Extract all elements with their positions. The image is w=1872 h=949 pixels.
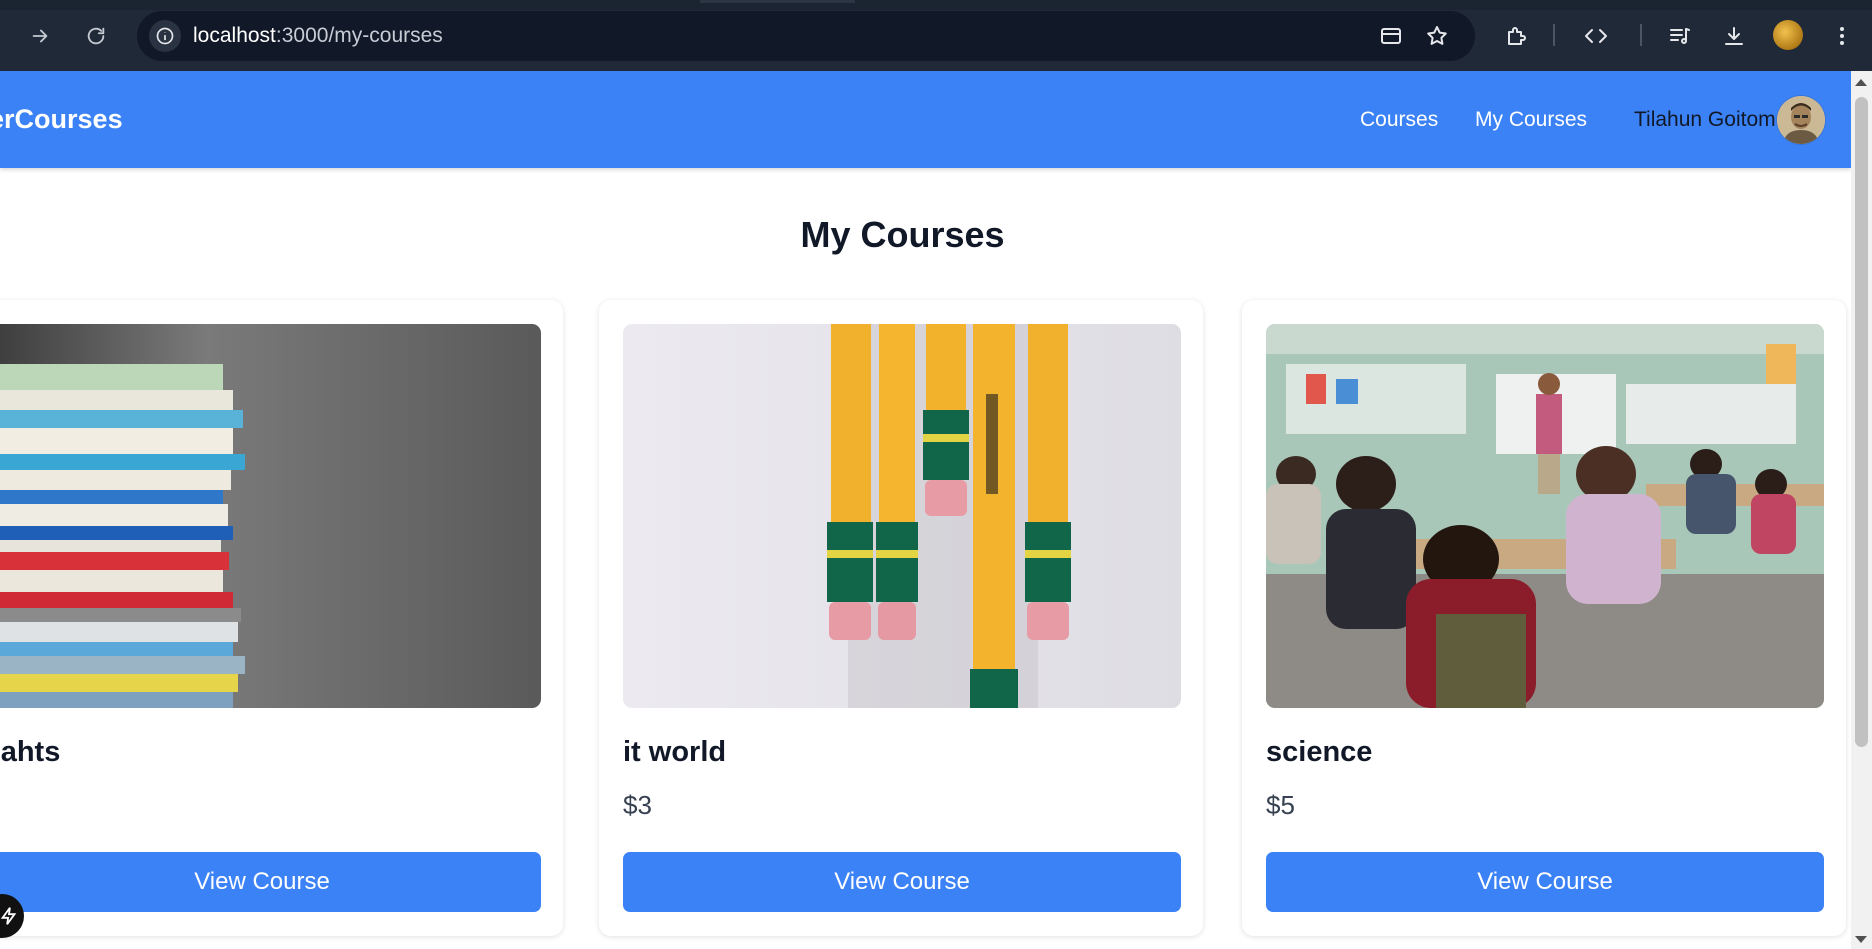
course-image [0, 324, 541, 708]
browser-toolbar: localhost:3000/my-courses [0, 0, 1872, 71]
avatar[interactable] [1777, 96, 1825, 144]
course-title: it world [623, 736, 727, 768]
page-title: My Courses [800, 214, 1005, 255]
app-header: eerCourses Courses My Courses Tilahun Go… [0, 71, 1851, 168]
lightning-icon [0, 907, 17, 925]
toolbar-divider [1553, 24, 1555, 46]
page-scrollbar[interactable] [1851, 71, 1872, 949]
user-name[interactable]: Tilahun Goitom [1634, 108, 1776, 132]
stacked-books-image [0, 324, 541, 708]
profile-button[interactable] [1773, 20, 1803, 50]
forward-button[interactable] [24, 20, 56, 52]
scroll-up-arrow-icon[interactable] [1855, 79, 1867, 86]
course-image [1266, 324, 1824, 708]
tab-strip [0, 0, 1872, 10]
nav-link-my-courses[interactable]: My Courses [1475, 108, 1587, 132]
nav-link-courses[interactable]: Courses [1360, 108, 1438, 132]
pencils-image [623, 324, 1181, 708]
classroom-image [1266, 324, 1824, 708]
browser-menu-button[interactable] [1826, 20, 1858, 52]
address-bar[interactable]: localhost:3000/my-courses [137, 11, 1475, 61]
download-icon [1725, 27, 1743, 45]
info-icon [156, 27, 174, 45]
course-title: science [1266, 736, 1373, 768]
tab-indicator [700, 0, 855, 3]
course-card: science $5 View Course [1242, 300, 1846, 936]
url-path: :3000/my-courses [275, 24, 443, 47]
arrow-right-icon [32, 29, 48, 43]
kebab-menu-icon [1840, 27, 1844, 45]
course-title: nahts [0, 736, 61, 768]
url-text[interactable]: localhost:3000/my-courses [193, 24, 443, 48]
course-price: $5 [1266, 790, 1295, 820]
puzzle-icon [1508, 27, 1526, 45]
bookmark-button[interactable] [1421, 20, 1453, 52]
site-info-button[interactable] [149, 20, 181, 52]
extensions-button[interactable] [1500, 20, 1532, 52]
view-course-button[interactable]: View Course [623, 852, 1181, 912]
payment-methods-button[interactable] [1375, 20, 1407, 52]
view-course-button[interactable]: View Course [1266, 852, 1824, 912]
playlist-music-icon [1670, 28, 1690, 44]
course-card: nahts 3 View Course [0, 300, 563, 936]
credit-card-icon [1381, 28, 1401, 44]
brand-logo[interactable]: eerCourses [0, 104, 123, 135]
url-host: localhost [193, 24, 276, 47]
reload-icon [87, 27, 105, 45]
course-price: $3 [623, 790, 652, 820]
media-controls-button[interactable] [1664, 20, 1696, 52]
scroll-down-arrow-icon[interactable] [1855, 936, 1867, 943]
reload-button[interactable] [80, 20, 112, 52]
course-image [623, 324, 1181, 708]
scrollbar-thumb[interactable] [1855, 97, 1868, 747]
user-portrait [1777, 96, 1825, 144]
star-icon [1427, 26, 1447, 45]
view-course-button[interactable]: View Course [0, 852, 541, 912]
code-icon [1585, 29, 1607, 43]
toolbar-divider [1640, 24, 1642, 46]
downloads-button[interactable] [1718, 20, 1750, 52]
course-card: it world $3 View Course [599, 300, 1203, 936]
devtools-button[interactable] [1580, 20, 1612, 52]
